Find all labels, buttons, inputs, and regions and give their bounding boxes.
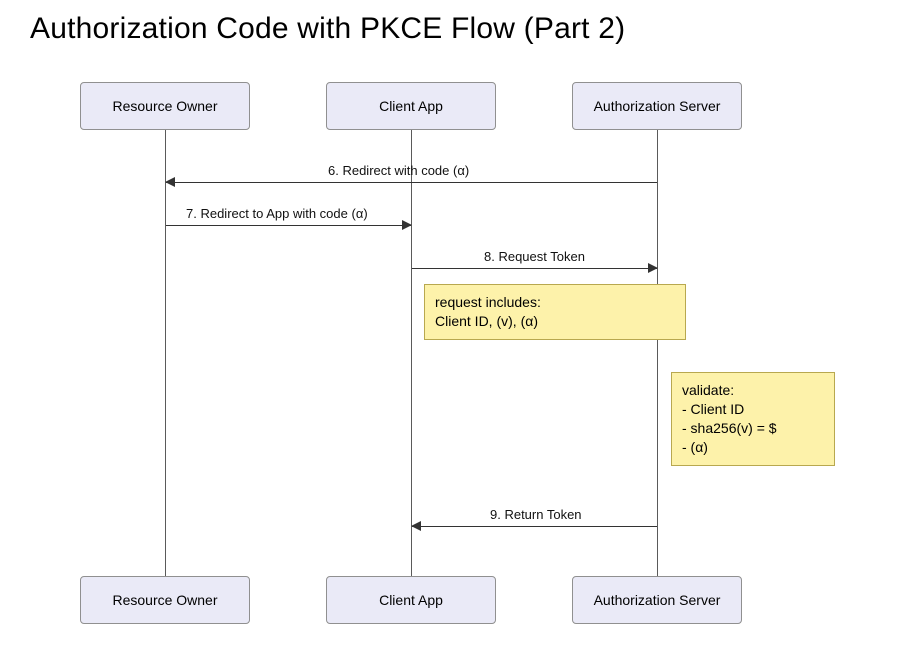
label-msg-9: 9. Return Token [490,507,582,522]
actor-resource-owner-top: Resource Owner [80,82,250,130]
diagram-canvas: Authorization Code with PKCE Flow (Part … [0,0,921,652]
note-request-line2: Client ID, (v), (α) [435,312,675,331]
lifeline-client-app [411,130,412,576]
note-validate-line2: - Client ID [682,400,824,419]
arrowhead-right-icon [648,263,658,273]
lifeline-auth-server [657,130,658,576]
actor-auth-server-top: Authorization Server [572,82,742,130]
actor-resource-owner-bottom: Resource Owner [80,576,250,624]
diagram-title: Authorization Code with PKCE Flow (Part … [30,12,625,46]
actor-client-app-top: Client App [326,82,496,130]
lifeline-resource-owner [165,130,166,576]
arrow-msg-9 [412,526,657,527]
actor-client-app-bottom: Client App [326,576,496,624]
label-msg-6: 6. Redirect with code (α) [328,163,469,178]
arrow-msg-8 [412,268,657,269]
note-request-line1: request includes: [435,293,675,312]
arrowhead-left-icon [411,521,421,531]
arrow-msg-7 [166,225,411,226]
arrowhead-right-icon [402,220,412,230]
arrow-msg-6 [166,182,657,183]
arrowhead-left-icon [165,177,175,187]
label-msg-7: 7. Redirect to App with code (α) [186,206,368,221]
note-validate-line4: - (α) [682,438,824,457]
label-msg-8: 8. Request Token [484,249,585,264]
note-validate-line3: - sha256(v) = $ [682,419,824,438]
note-validate-line1: validate: [682,381,824,400]
note-validate: validate: - Client ID - sha256(v) = $ - … [671,372,835,466]
note-request-includes: request includes: Client ID, (v), (α) [424,284,686,340]
actor-auth-server-bottom: Authorization Server [572,576,742,624]
